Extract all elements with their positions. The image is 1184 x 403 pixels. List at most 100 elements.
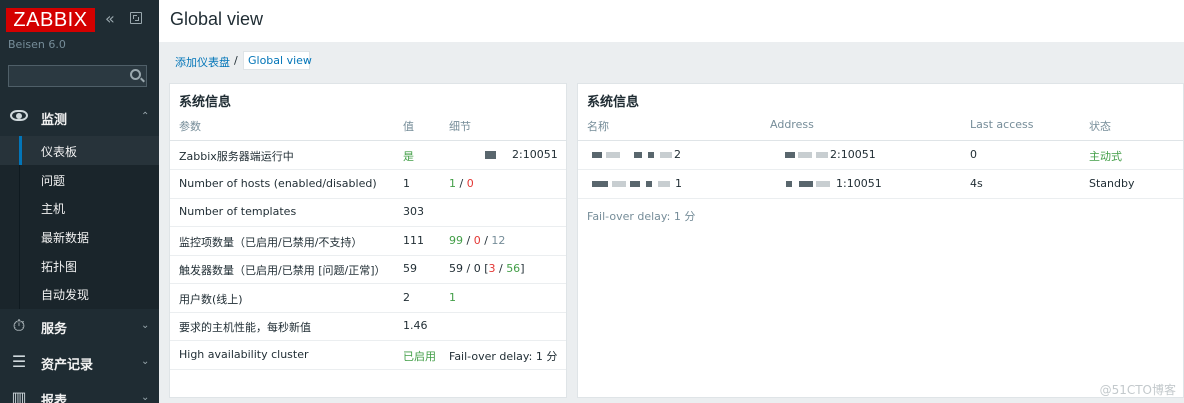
- value-cell: 111: [403, 234, 424, 247]
- redacted-name: [646, 181, 652, 187]
- sidebar-section-reports[interactable]: ▥ 报表 ⌄: [0, 381, 159, 403]
- redacted-name: [648, 152, 654, 158]
- sidebar-section-monitoring[interactable]: 监测 ⌃: [0, 100, 159, 136]
- details-cell: Fail-over delay: 1 分: [449, 350, 558, 363]
- details-separator: /: [495, 262, 507, 275]
- redacted-name: [630, 181, 640, 187]
- table-row: 监控项数量（已启用/已禁用/不支持） 111 99 / 0 / 12: [170, 227, 566, 256]
- status-cell: Standby: [1089, 177, 1135, 190]
- disabled-count: 0: [466, 177, 474, 190]
- redacted-name: [660, 152, 672, 158]
- details-prefix: 59 / 0 [: [449, 262, 489, 275]
- sidebar-item-label: 问题: [41, 174, 66, 188]
- breadcrumb-current[interactable]: Global view: [243, 51, 312, 70]
- details-separator: /: [463, 234, 474, 247]
- disabled-count: 0: [473, 234, 481, 247]
- param-cell: 触发器数量（已启用/已禁用 [问题/正常]）: [179, 264, 386, 277]
- table-row: 2 2:10051 0 主动式: [578, 141, 1183, 170]
- unsupported-count: 12: [491, 234, 506, 247]
- sidebar-item-maps[interactable]: 拓扑图: [0, 251, 159, 280]
- value-cell: 是: [403, 150, 414, 163]
- chevron-up-icon: ⌃: [141, 111, 150, 122]
- table-row: Number of hosts (enabled/disabled) 1 1 /…: [170, 170, 566, 199]
- breadcrumb-dashboards-link[interactable]: 添加仪表盘: [175, 54, 230, 70]
- chevron-down-icon: ⌄: [141, 320, 150, 331]
- redacted-address: [485, 151, 496, 159]
- zabbix-logo[interactable]: ZABBIX: [6, 8, 95, 32]
- bar-chart-icon: ▥: [11, 388, 27, 403]
- redacted-name: [592, 181, 608, 187]
- sidebar-item-latest-data[interactable]: 最新数据: [0, 222, 159, 251]
- watermark: @51CTO博客: [1099, 383, 1176, 397]
- list-icon: ☰: [11, 352, 27, 371]
- fullscreen-icon[interactable]: [130, 12, 142, 24]
- details-cell: 1 / 0: [449, 177, 474, 190]
- widget-title: 系统信息: [587, 95, 640, 110]
- sidebar-section-label: 监测: [41, 113, 68, 128]
- sidebar-item-dashboard[interactable]: 仪表板: [0, 136, 159, 165]
- param-cell: 要求的主机性能，每秒新值: [179, 321, 311, 334]
- sidebar-search-input[interactable]: [8, 65, 147, 87]
- sidebar-section-label: 服务: [41, 322, 68, 337]
- column-header-parameter: 参数: [179, 120, 201, 133]
- details-cell: 59 / 0 [3 / 56]: [449, 262, 524, 275]
- value-cell: 已启用: [403, 350, 436, 363]
- redacted-address: [798, 152, 812, 158]
- server-name: Beisen 6.0: [8, 38, 66, 51]
- table-row: 1 1:10051 4s Standby: [578, 170, 1183, 199]
- ha-nodes-widget: 系统信息 名称 Address Last access 状态 2 2:10051…: [577, 83, 1184, 398]
- sidebar-item-hosts[interactable]: 主机: [0, 193, 159, 222]
- node-name-cell: 2: [674, 148, 681, 161]
- sidebar-section-label: 报表: [41, 394, 68, 403]
- node-name-cell: 1: [675, 177, 682, 190]
- details-cell: 1: [449, 291, 456, 304]
- stopwatch-icon: ⏱: [12, 316, 26, 335]
- ok-count: 56: [506, 262, 521, 275]
- column-header-details: 细节: [449, 120, 471, 133]
- chevron-down-icon: ⌄: [141, 392, 150, 403]
- param-cell: High availability cluster: [179, 348, 309, 361]
- param-cell: Number of templates: [179, 205, 297, 218]
- redacted-address: [786, 181, 792, 187]
- table-row: 要求的主机性能，每秒新值 1.46: [170, 312, 566, 341]
- param-cell: 监控项数量（已启用/已禁用/不支持）: [179, 236, 363, 249]
- sidebar-section-inventory[interactable]: ☰ 资产记录 ⌄: [0, 345, 159, 381]
- chevron-down-icon: ⌄: [141, 356, 150, 367]
- address-cell: 1:10051: [836, 177, 882, 190]
- status-cell: 主动式: [1089, 150, 1122, 163]
- details-suffix: ]: [520, 262, 525, 275]
- redacted-address: [785, 152, 795, 158]
- sidebar: ZABBIX « Beisen 6.0 监测 ⌃ 仪表板 问题 主机 最新数据 …: [0, 0, 159, 403]
- redacted-name: [592, 152, 602, 158]
- redacted-address: [816, 181, 830, 187]
- sidebar-item-label: 拓扑图: [41, 260, 78, 274]
- details-cell: 99 / 0 / 12: [449, 234, 505, 247]
- search-icon[interactable]: [130, 69, 141, 80]
- param-cell: Number of hosts (enabled/disabled): [179, 177, 377, 190]
- enabled-count: 1: [449, 177, 456, 190]
- table-row: Zabbix服务器端运行中 是 2:10051: [170, 141, 566, 170]
- redacted-name: [612, 181, 626, 187]
- param-cell: 用户数(线上): [179, 293, 243, 306]
- widget-title: 系统信息: [179, 95, 232, 110]
- sidebar-section-label: 资产记录: [41, 358, 94, 373]
- double-chevron-left-icon[interactable]: «: [105, 9, 115, 29]
- redacted-name: [634, 152, 642, 158]
- param-cell: Zabbix服务器端运行中: [179, 150, 294, 163]
- column-header-last-access: Last access: [970, 118, 1034, 131]
- address-cell: 2:10051: [830, 148, 876, 161]
- sidebar-item-label: 自动发现: [41, 288, 90, 302]
- redacted-name: [658, 181, 670, 187]
- value-cell: 1: [403, 177, 410, 190]
- redacted-name: [606, 152, 620, 158]
- last-access-cell: 4s: [970, 177, 983, 190]
- last-access-cell: 0: [970, 148, 977, 161]
- details-separator: /: [456, 177, 467, 190]
- sidebar-item-label: 最新数据: [41, 231, 90, 245]
- sidebar-item-discovery[interactable]: 自动发现: [0, 279, 159, 308]
- sidebar-item-problems[interactable]: 问题: [0, 165, 159, 194]
- value-cell: 303: [403, 205, 424, 218]
- table-row: High availability cluster 已启用 Fail-over …: [170, 341, 566, 370]
- sidebar-section-services[interactable]: ⏱ 服务 ⌄: [0, 309, 159, 345]
- sidebar-item-label: 仪表板: [41, 145, 78, 159]
